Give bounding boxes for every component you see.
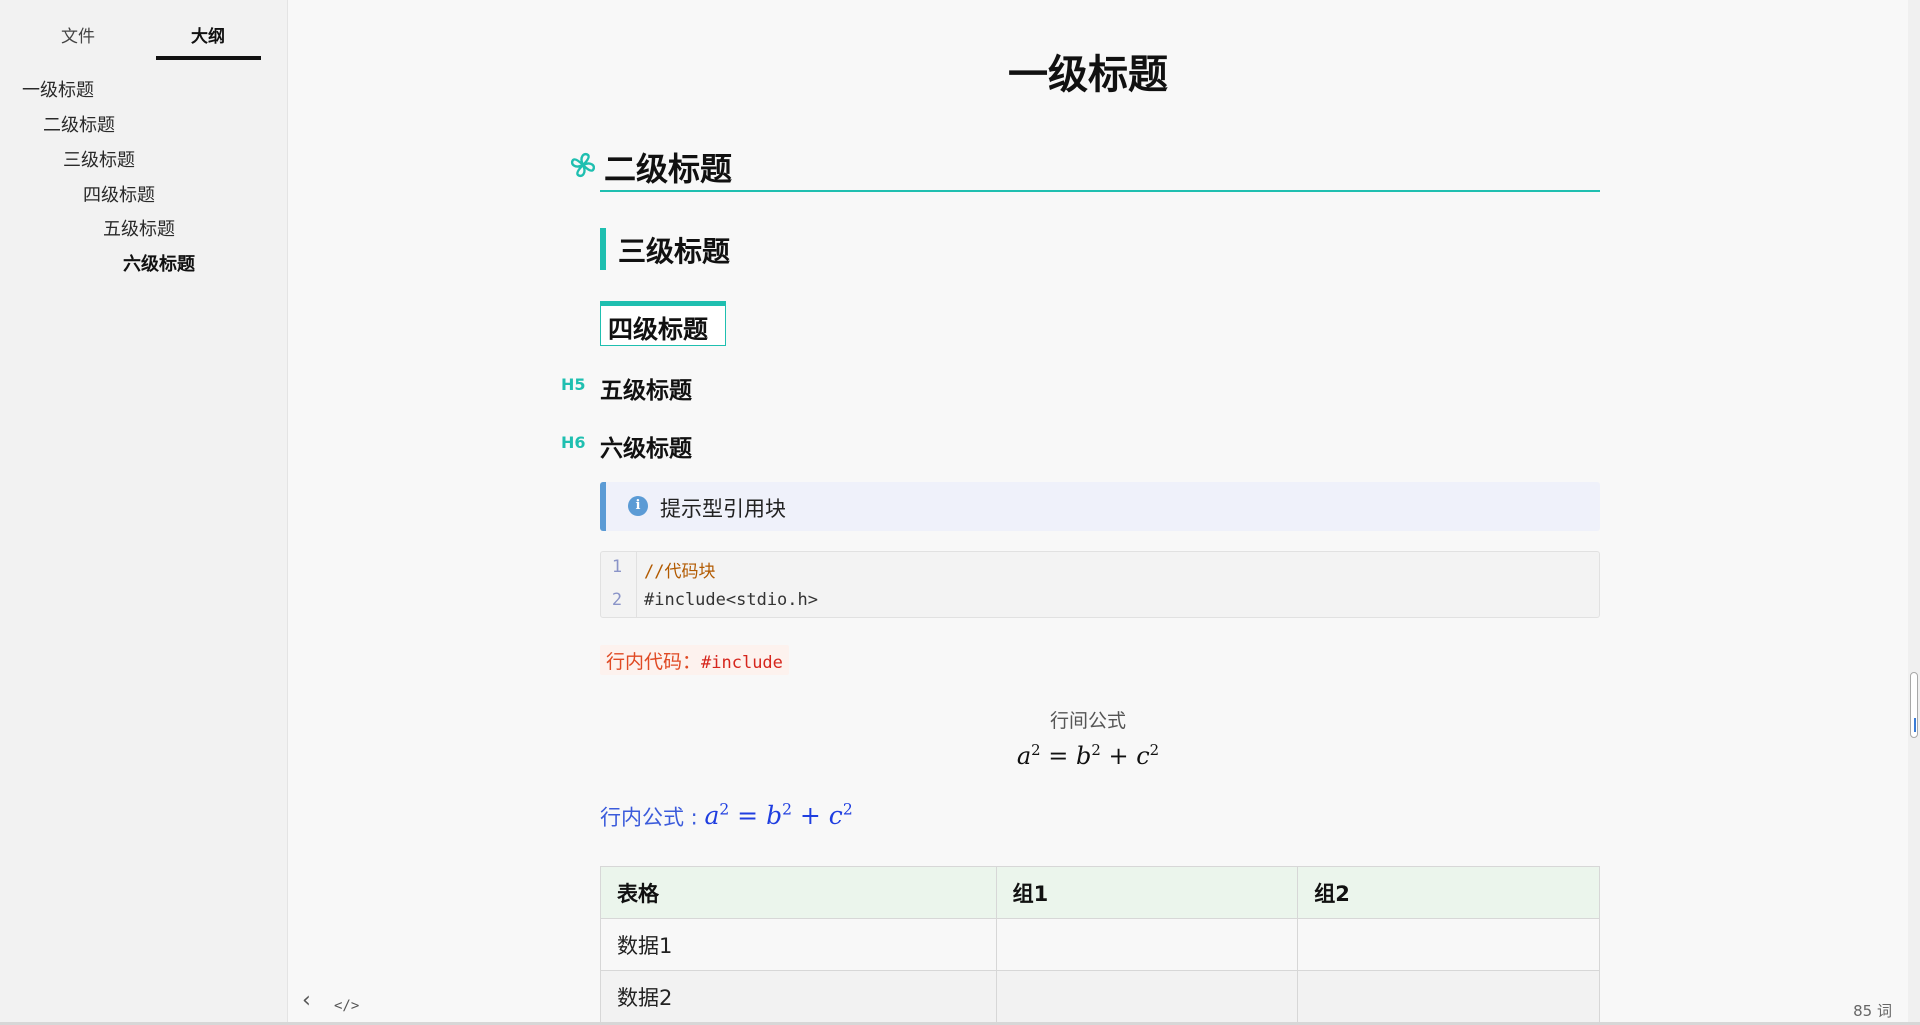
- pinwheel-icon: [570, 152, 596, 178]
- inline-code: #include: [701, 653, 783, 673]
- code-icon[interactable]: </>: [334, 998, 359, 1014]
- editor-window: 文件 大纲 一级标题 二级标题 三级标题 四级标题 五级标题 六级标题 一级标题…: [0, 0, 1920, 1025]
- word-count[interactable]: 85 词: [1853, 1000, 1892, 1021]
- heading-2[interactable]: 二级标题: [604, 144, 732, 190]
- sidebar-tabs: 文件 大纲: [0, 0, 288, 62]
- h6-tag: H6: [561, 433, 586, 452]
- info-callout[interactable]: i 提示型引用块: [600, 482, 1600, 531]
- table-cell[interactable]: [995, 918, 1299, 971]
- table-header-cell[interactable]: 组2: [1297, 866, 1600, 919]
- table-row: 数据1: [600, 918, 1600, 971]
- display-formula-caption: 行间公式: [1049, 710, 1126, 732]
- code-block[interactable]: 1 2 //代码块 #include<stdio.h>: [600, 551, 1600, 618]
- info-icon: i: [628, 496, 648, 516]
- table-header-cell[interactable]: 组1: [995, 866, 1299, 919]
- inline-formula-label: 行内公式 :: [600, 805, 705, 830]
- code-line: #include<stdio.h>: [644, 590, 818, 610]
- outline-item-h5[interactable]: 五级标题: [103, 215, 175, 241]
- scrollbar-thumb-grip: [1914, 718, 1916, 732]
- code-line: //代码块: [644, 562, 716, 582]
- heading-6[interactable]: 六级标题: [600, 429, 692, 463]
- inline-code-label: 行内代码：: [606, 651, 702, 673]
- line-number: 2: [611, 590, 623, 610]
- table-cell[interactable]: [1297, 918, 1600, 971]
- line-number: 1: [611, 557, 623, 577]
- outline-item-h2[interactable]: 二级标题: [43, 111, 115, 137]
- inline-formula-paragraph[interactable]: 行内公式 : a2 = b2 + c2: [600, 801, 853, 831]
- heading-4[interactable]: 四级标题: [608, 310, 708, 346]
- callout-text: 提示型引用块: [660, 497, 786, 521]
- tab-files[interactable]: 文件: [26, 22, 130, 47]
- chevron-left-icon[interactable]: ‹: [300, 988, 313, 1013]
- inline-formula: a2 = b2 + c2: [704, 801, 853, 831]
- heading-3[interactable]: 三级标题: [618, 230, 730, 270]
- active-tab-indicator: [156, 56, 261, 60]
- sidebar: 文件 大纲 一级标题 二级标题 三级标题 四级标题 五级标题 六级标题: [0, 0, 288, 1025]
- h5-tag: H5: [561, 375, 586, 394]
- heading-3-accent-bar: [600, 228, 606, 270]
- outline-item-h1[interactable]: 一级标题: [22, 76, 94, 102]
- code-gutter: 1 2: [601, 552, 637, 617]
- table-header-cell[interactable]: 表格: [600, 866, 997, 919]
- table-header-row: 表格 组1 组2: [600, 866, 1600, 919]
- table-cell[interactable]: 数据1: [600, 918, 997, 971]
- heading-2-underline: [600, 190, 1600, 192]
- tab-outline[interactable]: 大纲: [156, 22, 260, 47]
- vertical-scrollbar[interactable]: [1908, 0, 1920, 1025]
- inline-code-paragraph[interactable]: 行内代码：#include: [600, 645, 789, 675]
- outline-item-h4[interactable]: 四级标题: [83, 181, 155, 207]
- heading-1[interactable]: 一级标题: [578, 42, 1598, 100]
- status-bar: ‹ </> 85 词: [288, 988, 1908, 1025]
- outline-item-h6[interactable]: 六级标题: [123, 250, 195, 276]
- document-editor[interactable]: 一级标题 二级标题 三级标题 四级标题 H5 五级标题 H6 六级标题 i 提示…: [288, 0, 1908, 1025]
- heading-5[interactable]: 五级标题: [600, 371, 692, 405]
- outline-item-h3[interactable]: 三级标题: [63, 146, 135, 172]
- display-formula[interactable]: a2 = b2 + c2: [978, 741, 1198, 770]
